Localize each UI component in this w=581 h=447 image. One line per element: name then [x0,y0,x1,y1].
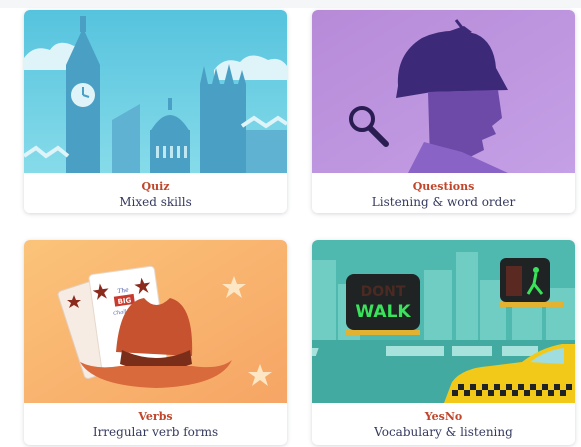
game-card-yesno[interactable]: DONT WALK YesNo Vocabulary & listening [312,240,575,445]
verbs-image: The BIG Challenge [24,240,287,403]
signal-dont-text: DONT [361,284,406,300]
page-top-strip [0,0,581,8]
quiz-caption: Quiz Mixed skills [24,173,287,213]
card-subtitle: Vocabulary & listening [374,425,513,439]
signal-walk-text: WALK [355,302,411,322]
verbs-caption: Verbs Irregular verb forms [24,403,287,443]
game-card-verbs[interactable]: The BIG Challenge Verbs Irregular verb f… [24,240,287,445]
game-card-questions[interactable]: Questions Listening & word order [312,10,575,213]
quiz-image [24,10,287,173]
card-subtitle: Mixed skills [119,195,192,209]
card-title: Verbs [138,410,173,423]
game-card-quiz[interactable]: Quiz Mixed skills [24,10,287,213]
card-title: Questions [412,180,475,193]
card-subtitle: Listening & word order [371,195,516,209]
yesno-image: DONT WALK [312,240,575,403]
questions-image [312,10,575,173]
questions-caption: Questions Listening & word order [312,173,575,213]
card-title: Quiz [141,180,170,193]
card-title: YesNo [424,410,463,423]
card-subtitle: Irregular verb forms [92,425,219,439]
yesno-caption: YesNo Vocabulary & listening [312,403,575,443]
